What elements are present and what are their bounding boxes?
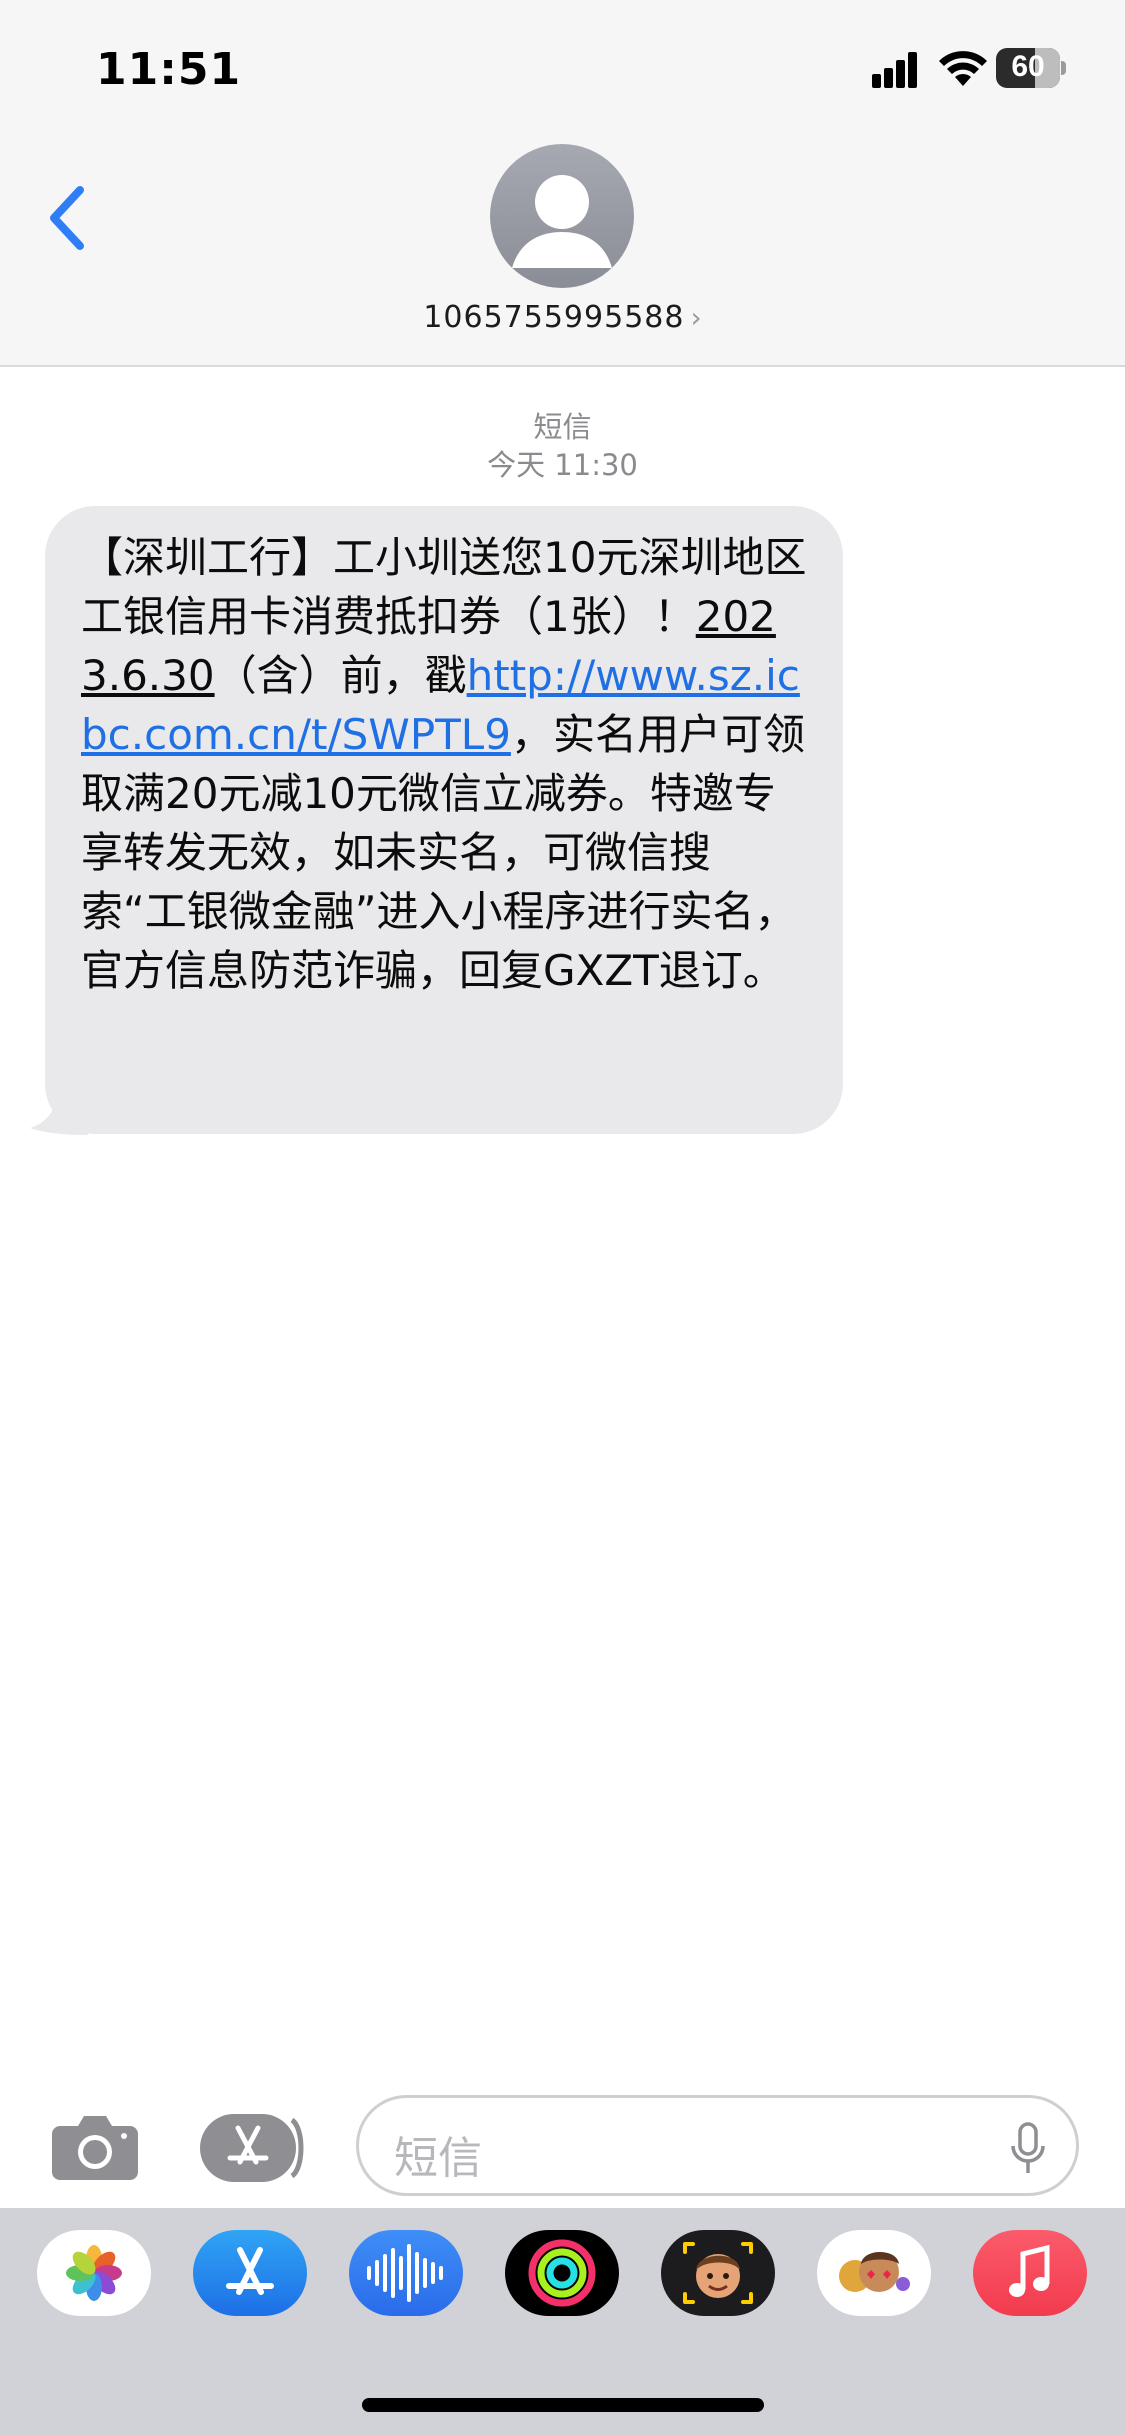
message-timestamp: 今天 11:30 [487,448,638,482]
app-store-toggle-icon[interactable] [200,2114,310,2182]
activity-icon[interactable] [505,2230,619,2316]
memoji-icon[interactable] [661,2230,775,2316]
wifi-icon [939,51,987,86]
message-bubble[interactable]: 【深圳工行】工小圳送您10元深圳地区工银信用卡消费抵扣券（1张）！2023.6.… [45,506,843,1134]
microphone-icon[interactable] [1008,2122,1048,2176]
music-icon[interactable] [973,2230,1087,2316]
message-input-placeholder: 短信 [394,2133,482,2184]
chevron-right-icon: › [690,301,702,334]
message-input[interactable]: 短信 [356,2095,1079,2196]
app-store-icon[interactable] [193,2230,307,2316]
battery-icon: 60 [996,48,1066,88]
home-indicator[interactable] [362,2398,764,2412]
battery-level: 60 [1011,50,1045,83]
contact-number: 1065755995588 [423,300,685,335]
audio-message-icon[interactable] [349,2230,463,2316]
status-time: 11:51 [96,44,242,95]
cellular-signal-icon [872,52,918,88]
contact-avatar[interactable] [490,144,634,288]
message-text-part: （含）前，戳 [214,651,467,700]
memoji-stickers-icon[interactable] [817,2230,931,2316]
camera-icon[interactable] [50,2110,140,2182]
conversation-header: 11:51 60 1065755995588 › [0,0,1125,367]
person-icon [512,175,612,268]
photos-icon[interactable] [37,2230,151,2316]
message-text: 【深圳工行】工小圳送您10元深圳地区工银信用卡消费抵扣券（1张）！2023.6.… [81,528,815,1000]
contact-name-button[interactable]: 1065755995588 › [0,300,1125,335]
back-chevron-icon[interactable] [38,178,98,258]
message-service-label: 短信 [533,410,592,444]
